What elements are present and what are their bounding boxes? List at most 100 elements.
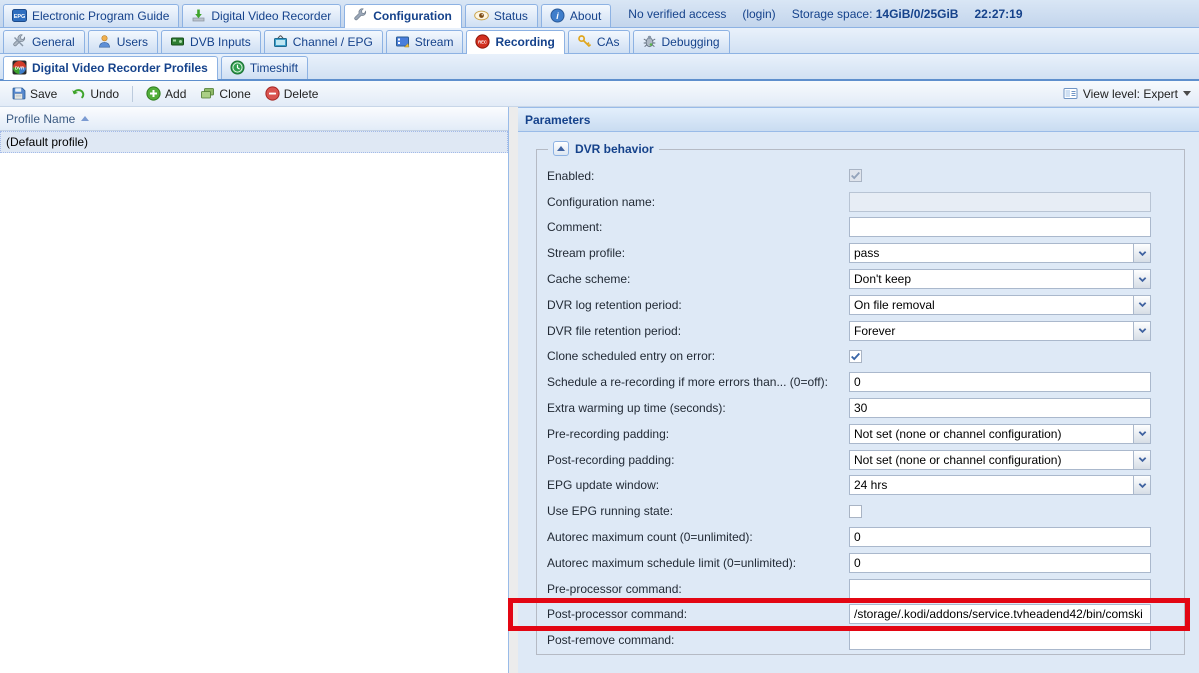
tab-label: Channel / EPG xyxy=(293,35,373,49)
select-value[interactable] xyxy=(849,424,1133,444)
tab-stream[interactable]: Stream xyxy=(386,30,464,53)
cache-scheme-select[interactable] xyxy=(849,269,1151,289)
profiles-grid: Profile Name (Default profile) xyxy=(0,107,509,673)
view-level-dropdown[interactable]: View level: Expert xyxy=(1063,86,1194,101)
undo-icon xyxy=(71,86,86,101)
chevron-down-icon[interactable] xyxy=(1133,243,1151,263)
use-epg-running-state-checkbox[interactable] xyxy=(849,505,862,518)
tab-label: General xyxy=(32,35,75,49)
field-label: Autorec maximum schedule limit (0=unlimi… xyxy=(547,556,849,570)
clone-icon xyxy=(200,86,215,101)
clone-button[interactable]: Clone xyxy=(194,83,256,104)
chevron-down-icon[interactable] xyxy=(1133,321,1151,341)
post-recording-padding-select[interactable] xyxy=(849,450,1151,470)
select-value[interactable] xyxy=(849,450,1133,470)
tab-timeshift[interactable]: Timeshift xyxy=(221,56,308,79)
tab-label: CAs xyxy=(597,35,620,49)
select-value[interactable] xyxy=(849,475,1133,495)
stream-icon xyxy=(395,34,410,49)
pre-processor-command-input[interactable] xyxy=(849,579,1151,599)
users-icon xyxy=(97,34,112,49)
field-row-clone-scheduled-entry-on-error: Clone scheduled entry on error: xyxy=(537,344,1184,370)
chevron-down-icon[interactable] xyxy=(1133,269,1151,289)
tab-label: Digital Video Recorder Profiles xyxy=(32,61,208,75)
epg-icon: EPG xyxy=(12,8,27,23)
field-row-pre-processor-command: Pre-processor command: xyxy=(537,576,1184,602)
tab-debugging[interactable]: Debugging xyxy=(633,30,730,53)
field-label: Schedule a re-recording if more errors t… xyxy=(547,375,849,389)
post-remove-command-input[interactable] xyxy=(849,630,1151,650)
key-icon xyxy=(577,34,592,49)
tab-recording[interactable]: RECRecording xyxy=(466,30,564,54)
field-label: Extra warming up time (seconds): xyxy=(547,401,849,415)
field-row-autorec-maximum-schedule-limit-0-unlimited: Autorec maximum schedule limit (0=unlimi… xyxy=(537,550,1184,576)
field-label: Enabled: xyxy=(547,169,849,183)
tab-digital-video-recorder-profiles[interactable]: DVR Digital Video Recorder Profiles xyxy=(3,56,218,80)
select-value[interactable] xyxy=(849,243,1133,263)
field-label: Pre-recording padding: xyxy=(547,427,849,441)
field-row-use-epg-running-state: Use EPG running state: xyxy=(537,498,1184,524)
autorec-maximum-schedule-limit-0-unlimited-input[interactable] xyxy=(849,553,1151,573)
field-label: EPG update window: xyxy=(547,478,849,492)
panel-splitter[interactable] xyxy=(509,107,518,673)
tab-configuration[interactable]: Configuration xyxy=(344,4,462,28)
post-processor-command-input[interactable] xyxy=(849,604,1151,624)
tab-label: Timeshift xyxy=(250,61,298,75)
button-label: Save xyxy=(30,87,57,101)
field-row-cache-scheme: Cache scheme: xyxy=(537,266,1184,292)
tab-status[interactable]: Status xyxy=(465,4,538,27)
collapse-fieldset-button[interactable] xyxy=(553,141,569,156)
chevron-down-icon[interactable] xyxy=(1133,424,1151,444)
column-header-profile-name[interactable]: Profile Name xyxy=(0,107,508,131)
tab-about[interactable]: iAbout xyxy=(541,4,611,27)
tab-digital-video-recorder[interactable]: Digital Video Recorder xyxy=(182,4,341,27)
dvr-log-retention-period-select[interactable] xyxy=(849,295,1151,315)
undo-button[interactable]: Undo xyxy=(65,83,125,104)
parameters-panel: Parameters DVR behavior Enabled:Configur… xyxy=(518,107,1199,673)
timeshift-icon xyxy=(230,60,245,75)
field-label: Use EPG running state: xyxy=(547,504,849,518)
tools-icon xyxy=(12,34,27,49)
dvr-file-retention-period-select[interactable] xyxy=(849,321,1151,341)
tab-users[interactable]: Users xyxy=(88,30,158,53)
chevron-down-icon[interactable] xyxy=(1133,295,1151,315)
epg-update-window-select[interactable] xyxy=(849,475,1151,495)
tab-dvb-inputs[interactable]: DVB Inputs xyxy=(161,30,261,53)
tab-channel-epg[interactable]: Channel / EPG xyxy=(264,30,383,53)
delete-button[interactable]: Delete xyxy=(259,83,325,104)
button-label: Undo xyxy=(90,87,119,101)
stream-profile-select[interactable] xyxy=(849,243,1151,263)
parameters-panel-title: Parameters xyxy=(518,108,1199,132)
select-value[interactable] xyxy=(849,269,1133,289)
pre-recording-padding-select[interactable] xyxy=(849,424,1151,444)
login-link[interactable]: (login) xyxy=(742,7,775,21)
select-value[interactable] xyxy=(849,321,1133,341)
download-icon xyxy=(191,8,206,23)
toolbar-separator xyxy=(132,86,133,102)
tab-label: Status xyxy=(494,9,528,23)
save-button[interactable]: Save xyxy=(5,83,63,104)
chevron-down-icon[interactable] xyxy=(1133,475,1151,495)
svg-text:DVR: DVR xyxy=(15,66,25,71)
field-row-post-remove-command: Post-remove command: xyxy=(537,627,1184,653)
field-label: Configuration name: xyxy=(547,195,849,209)
extra-warming-up-time-seconds-input[interactable] xyxy=(849,398,1151,418)
autorec-maximum-count-0-unlimited-input[interactable] xyxy=(849,527,1151,547)
configuration-name-input xyxy=(849,192,1151,212)
chevron-down-icon[interactable] xyxy=(1133,450,1151,470)
field-label: Clone scheduled entry on error: xyxy=(547,349,849,363)
tab-general[interactable]: General xyxy=(3,30,85,53)
schedule-a-re-recording-if-more-errors-than-0-off-input[interactable] xyxy=(849,372,1151,392)
tab-electronic-program-guide[interactable]: EPGElectronic Program Guide xyxy=(3,4,179,27)
select-value[interactable] xyxy=(849,295,1133,315)
add-button[interactable]: Add xyxy=(140,83,192,104)
clone-scheduled-entry-on-error-checkbox[interactable] xyxy=(849,350,862,363)
comment-input[interactable] xyxy=(849,217,1151,237)
profile-row[interactable]: (Default profile) xyxy=(0,131,508,153)
tab-label: DVB Inputs xyxy=(190,35,251,49)
save-icon xyxy=(11,86,26,101)
header-status: No verified access (login) Storage space… xyxy=(628,7,1022,27)
tab-cas[interactable]: CAs xyxy=(568,30,630,53)
tv-icon xyxy=(273,34,288,49)
field-row-schedule-a-re-recording-if-more-errors-than-0-off: Schedule a re-recording if more errors t… xyxy=(537,369,1184,395)
